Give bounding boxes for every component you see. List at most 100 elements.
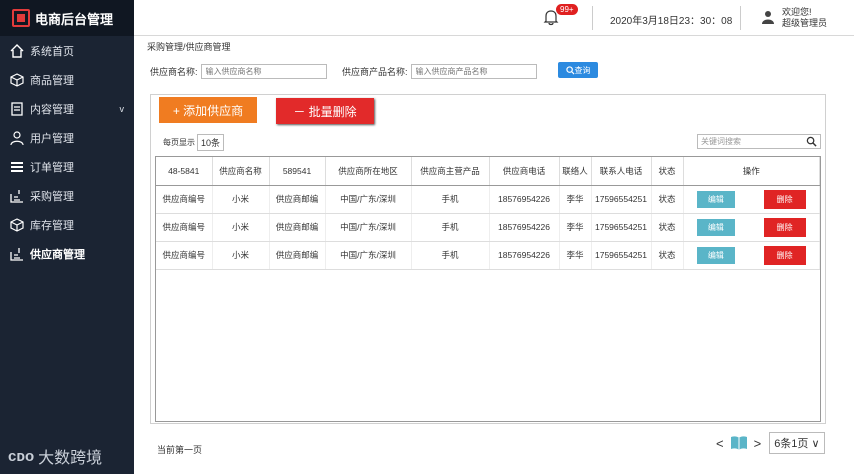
- column-header: 联系人电话: [591, 157, 652, 186]
- search-icon: [565, 65, 575, 75]
- cell-contact: 李华: [559, 213, 592, 242]
- cell-region: 中国/广东/深圳: [325, 185, 412, 214]
- page-count-selector[interactable]: 6条1页 ∨: [769, 432, 825, 454]
- page-size-label: 每页显示: [163, 138, 195, 147]
- column-header: 状态: [651, 157, 684, 186]
- sidebar-item-orders[interactable]: 订单管理: [0, 152, 134, 181]
- cell-contact-phone: 17596554251: [591, 241, 652, 270]
- cell-postcode: 供应商邮编: [269, 241, 326, 270]
- cell-actions: 编辑 删除: [683, 213, 820, 242]
- keyword-search-input[interactable]: 关键词搜索: [697, 134, 821, 149]
- company-logo-icon: ᴄᴅᴏ: [8, 447, 35, 465]
- cell-product: 手机: [411, 241, 490, 270]
- sidebar-item-products[interactable]: 商品管理: [0, 65, 134, 94]
- sidebar-item-label: 内容管理: [30, 103, 74, 116]
- column-header: 589541: [269, 157, 326, 186]
- cell-region: 中国/广东/深圳: [325, 241, 412, 270]
- table-row: 供应商编号 小米 供应商邮编 中国/广东/深圳 手机 18576954226 李…: [156, 213, 820, 242]
- edit-button[interactable]: 编辑: [696, 190, 735, 208]
- pagination: < > 6条1页 ∨: [716, 432, 825, 454]
- cart-icon: [8, 188, 26, 204]
- cell-phone: 18576954226: [489, 185, 560, 214]
- current-page-label: 当前第一页: [157, 445, 203, 455]
- column-header: 48-5841: [156, 157, 213, 186]
- list-icon: [8, 159, 26, 175]
- query-label: 查询: [574, 65, 591, 75]
- sidebar-item-users[interactable]: 用户管理: [0, 123, 134, 152]
- logo-icon: [12, 9, 30, 27]
- cell-contact-phone: 17596554251: [591, 213, 652, 242]
- company-name: 大数跨境: [38, 450, 103, 467]
- cell-contact-phone: 17596554251: [591, 185, 652, 214]
- book-icon: [730, 436, 747, 450]
- user-role: 超级管理员: [782, 18, 828, 28]
- cell-supplier-name: 小米: [212, 241, 270, 270]
- supplier-name-label: 供应商名称:: [150, 67, 198, 77]
- breadcrumb: 采购管理/供应商管理: [147, 42, 231, 52]
- sidebar-item-purchasing[interactable]: 采购管理: [0, 181, 134, 210]
- column-header: 联络人: [559, 157, 592, 186]
- product-name-label: 供应商产品名称:: [342, 67, 408, 77]
- cell-phone: 18576954226: [489, 213, 560, 242]
- column-header: 供应商所在地区: [325, 157, 412, 186]
- cell-supplier-name: 小米: [212, 185, 270, 214]
- cell-region: 中国/广东/深圳: [325, 213, 412, 242]
- cell-contact: 李华: [559, 185, 592, 214]
- edit-button[interactable]: 编辑: [696, 218, 735, 236]
- home-icon: [8, 43, 26, 59]
- product-name-filter: 供应商产品名称:: [342, 64, 537, 79]
- column-header: 供应商名称: [212, 157, 270, 186]
- page-size-value[interactable]: 10条: [197, 134, 225, 151]
- page-size-selector[interactable]: 每页显示 10条: [163, 134, 225, 151]
- divider: [740, 6, 741, 30]
- cell-phone: 18576954226: [489, 241, 560, 270]
- cell-status: 状态: [651, 241, 684, 270]
- next-page-button[interactable]: >: [754, 436, 762, 451]
- sidebar-item-home[interactable]: 系统首页: [0, 36, 134, 65]
- sidebar-item-label: 系统首页: [30, 45, 74, 58]
- box-icon: [8, 72, 26, 88]
- sidebar-item-label: 采购管理: [30, 190, 74, 203]
- supplier-icon: [8, 246, 26, 262]
- delete-button[interactable]: 删除: [763, 189, 806, 209]
- query-button[interactable]: 查询: [558, 62, 598, 78]
- supplier-name-input[interactable]: [200, 64, 327, 79]
- cell-supplier-id: 供应商编号: [156, 213, 213, 242]
- user-icon: [762, 11, 774, 24]
- batch-delete-button[interactable]: － 批量删除: [276, 98, 374, 124]
- delete-button[interactable]: 删除: [763, 217, 806, 237]
- search-placeholder: 关键词搜索: [701, 137, 741, 146]
- table-row: 供应商编号 小米 供应商邮编 中国/广东/深圳 手机 18576954226 李…: [156, 241, 820, 270]
- cell-supplier-id: 供应商编号: [156, 185, 213, 214]
- search-icon[interactable]: [806, 136, 817, 147]
- supplier-table: 48-5841 供应商名称 589541 供应商所在地区 供应商主营产品 供应商…: [155, 156, 821, 422]
- product-name-input[interactable]: [410, 64, 537, 79]
- sidebar-item-inventory[interactable]: 库存管理: [0, 210, 134, 239]
- sidebar-item-content[interactable]: 内容管理 v: [0, 94, 134, 123]
- add-supplier-button[interactable]: + 添加供应商: [159, 97, 257, 123]
- welcome-text[interactable]: 欢迎您! 超级管理员: [782, 7, 827, 29]
- datetime: 2020年3月18日23：30：08: [610, 16, 733, 27]
- cell-supplier-name: 小米: [212, 213, 270, 242]
- cell-product: 手机: [411, 213, 490, 242]
- sidebar-item-suppliers[interactable]: 供应商管理: [0, 239, 134, 268]
- prev-page-button[interactable]: <: [716, 436, 724, 451]
- notification-badge: 99+: [556, 4, 578, 15]
- divider: [592, 6, 593, 30]
- box-icon: [8, 217, 26, 233]
- delete-button[interactable]: 删除: [763, 245, 806, 265]
- edit-button[interactable]: 编辑: [696, 246, 735, 264]
- document-icon: [8, 101, 26, 117]
- cell-status: 状态: [651, 185, 684, 214]
- cell-contact: 李华: [559, 241, 592, 270]
- cell-status: 状态: [651, 213, 684, 242]
- footer-logo: ᴄᴅᴏ 大数跨境: [8, 444, 102, 468]
- table-header-row: 48-5841 供应商名称 589541 供应商所在地区 供应商主营产品 供应商…: [156, 157, 820, 186]
- sidebar-item-label: 用户管理: [30, 132, 74, 145]
- column-header: 供应商主营产品: [411, 157, 490, 186]
- sidebar-item-label: 供应商管理: [30, 248, 85, 261]
- sidebar-item-label: 库存管理: [30, 219, 74, 232]
- table-row: 供应商编号 小米 供应商邮编 中国/广东/深圳 手机 18576954226 李…: [156, 185, 820, 214]
- welcome-line: 欢迎您!: [782, 7, 812, 17]
- cell-actions: 编辑 删除: [683, 241, 820, 270]
